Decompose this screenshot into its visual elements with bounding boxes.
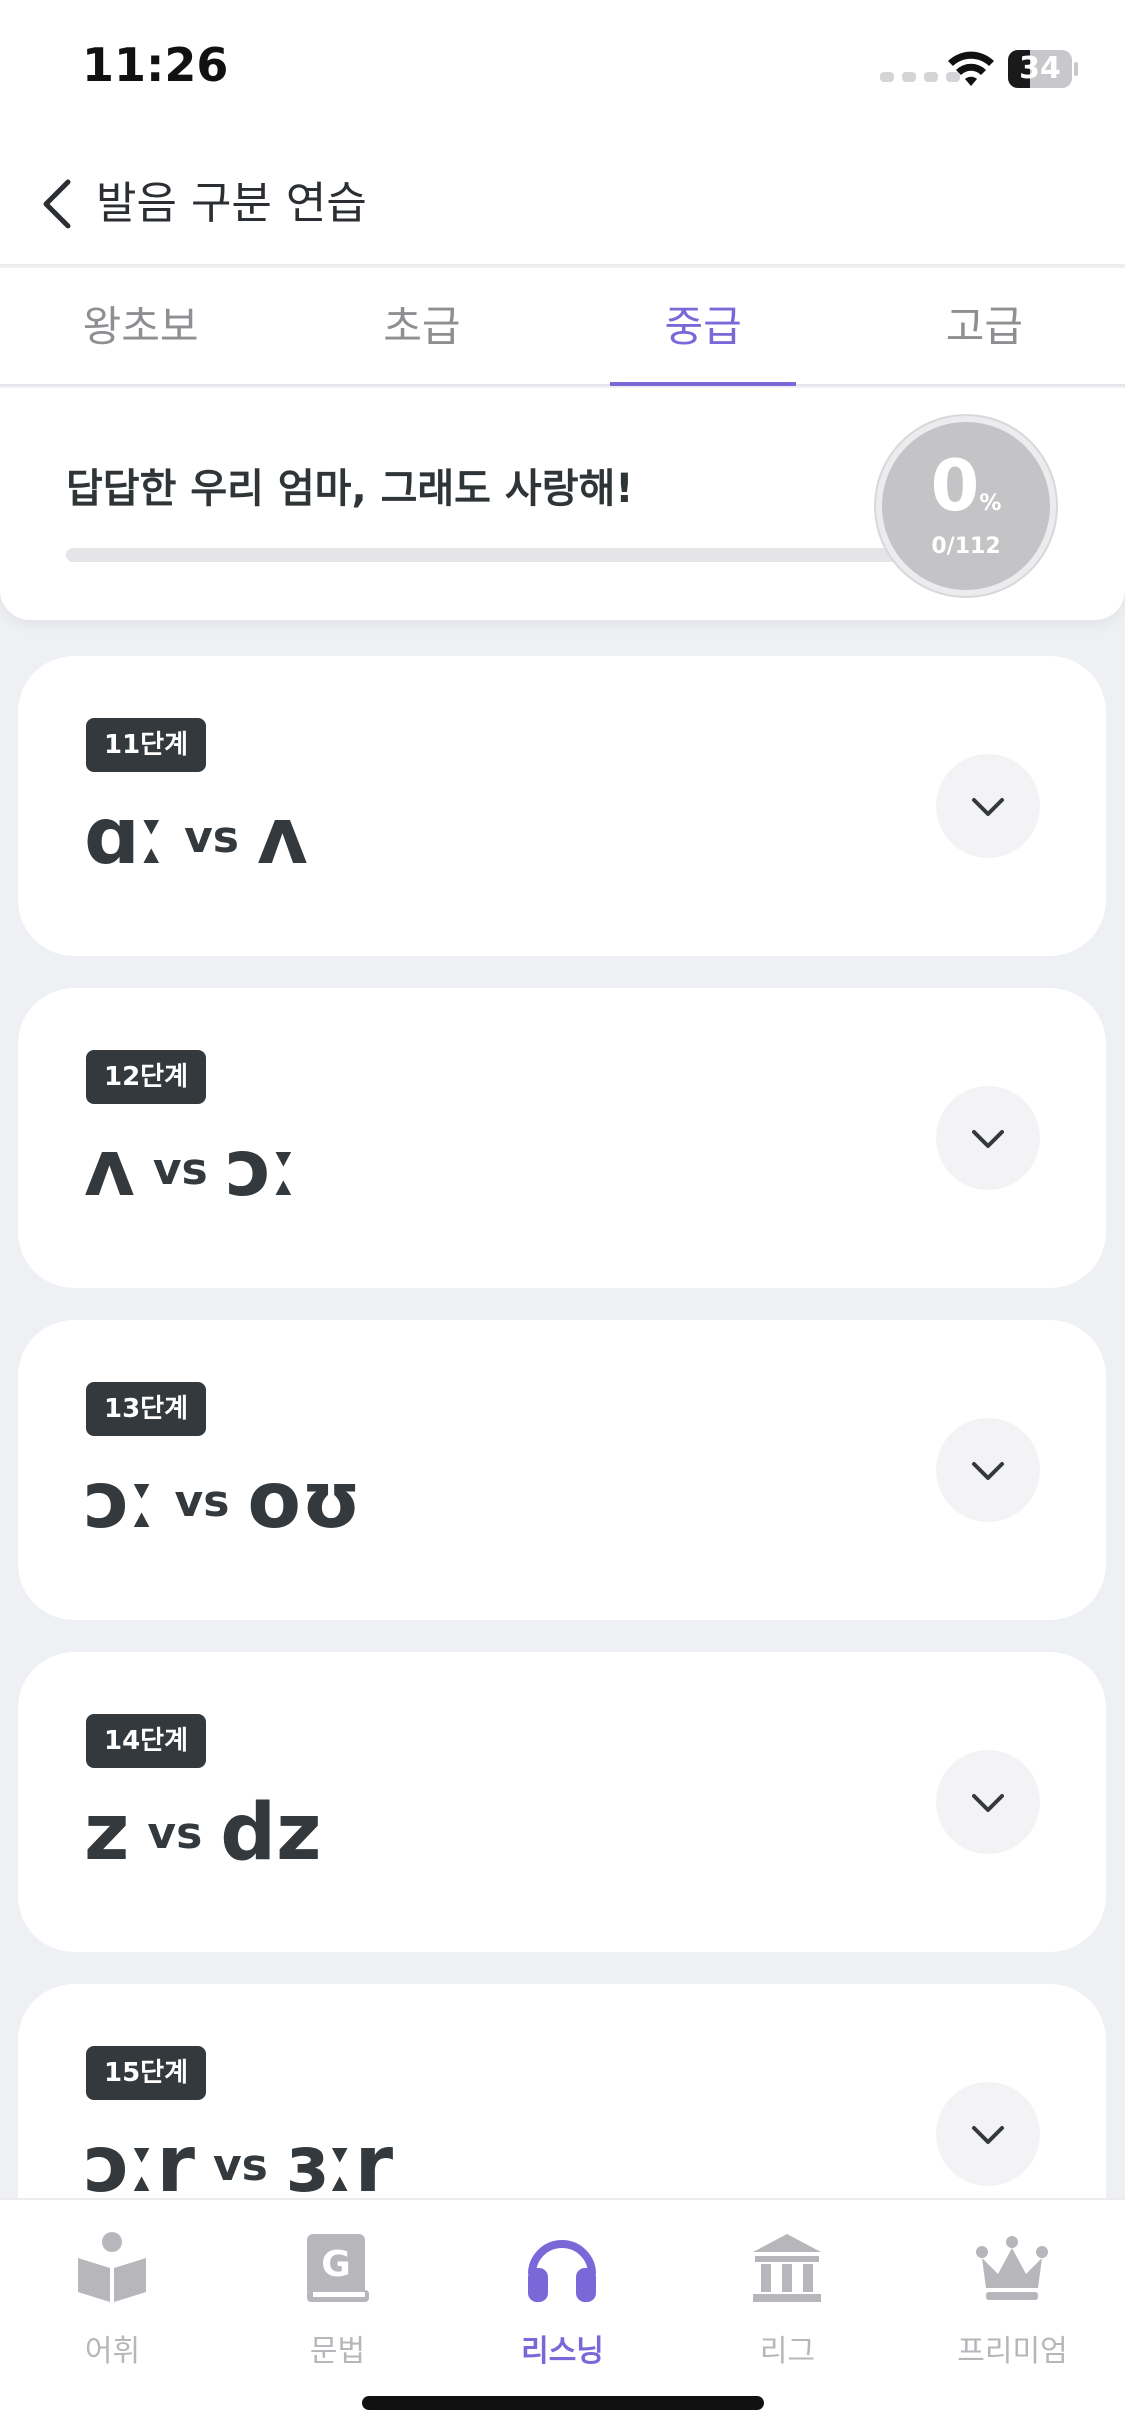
progress-percent: 0: [930, 445, 980, 527]
stage-badge: 14단계: [86, 1714, 207, 1768]
vs-label: vs: [147, 1807, 203, 1859]
building-icon: [753, 2234, 821, 2302]
expand-button[interactable]: [936, 1086, 1040, 1190]
chevron-down-icon: [972, 2126, 1004, 2144]
level-card-14[interactable]: 14단계 z vs dz: [18, 1652, 1106, 1952]
chevron-down-icon: [972, 1130, 1004, 1148]
tab-beginner[interactable]: 초급: [281, 268, 562, 384]
phoneme-left: ʌ: [84, 1124, 135, 1214]
stage-badge: 11단계: [86, 718, 207, 772]
phoneme-left: ɔːr: [84, 2120, 195, 2198]
level-card-13[interactable]: 13단계 ɔː vs oʊ: [18, 1320, 1106, 1620]
phoneme-right: ɔː: [225, 1124, 299, 1214]
phoneme-left: ɔː: [84, 1456, 157, 1546]
phoneme-pair: ɔː vs oʊ: [84, 1446, 361, 1556]
progress-count: 0/112: [931, 534, 1001, 559]
page-title: 발음 구분 연습: [96, 178, 367, 229]
tab-bar-premium[interactable]: 프리미엄: [900, 2224, 1125, 2374]
phoneme-right: ɜːr: [285, 2120, 394, 2198]
tab-intermediate[interactable]: 중급: [563, 268, 844, 386]
grammar-book-icon: G: [307, 2234, 369, 2302]
tab-beginner-basic[interactable]: 왕초보: [0, 268, 281, 384]
tab-bar-vocabulary[interactable]: 어휘: [0, 2224, 225, 2374]
phoneme-left: ɑː: [84, 792, 167, 882]
vs-label: vs: [174, 1475, 230, 1527]
expand-button[interactable]: [936, 1418, 1040, 1522]
tab-advanced[interactable]: 고급: [844, 268, 1125, 384]
phoneme-left: z: [84, 1788, 130, 1878]
expand-button[interactable]: [936, 1750, 1040, 1854]
level-tabs: 왕초보 초급 중급 고급: [0, 268, 1125, 386]
stage-badge: 13단계: [86, 1382, 207, 1436]
expand-button[interactable]: [936, 754, 1040, 858]
level-card-15[interactable]: 15단계 ɔːr vs ɜːr: [18, 1984, 1106, 2198]
phoneme-right: ʌ: [257, 792, 308, 882]
expand-button[interactable]: [936, 2082, 1040, 2186]
level-card-11[interactable]: 11단계 ɑː vs ʌ: [18, 656, 1106, 956]
chevron-down-icon: [972, 1462, 1004, 1480]
progress-title: 답답한 우리 엄마, 그래도 사랑해!: [66, 466, 634, 512]
tab-bar-label: 리그: [759, 2334, 816, 2369]
status-time: 11:26: [82, 38, 229, 92]
level-list: 11단계 ɑː vs ʌ 12단계 ʌ vs ɔː 13단계 ɔː vs oʊ …: [0, 620, 1125, 2198]
phoneme-pair: z vs dz: [84, 1778, 322, 1888]
home-indicator: [362, 2396, 764, 2410]
phoneme-pair: ʌ vs ɔː: [84, 1114, 298, 1224]
book-icon: [78, 2232, 146, 2302]
back-icon[interactable]: [38, 176, 78, 232]
phoneme-pair: ɑː vs ʌ: [84, 782, 308, 892]
progress-percent-sign: %: [979, 491, 1002, 516]
battery-level: 34: [1019, 51, 1061, 86]
svg-text:G: G: [321, 2244, 351, 2285]
phoneme-right: dz: [220, 1788, 322, 1878]
stage-badge: 15단계: [86, 2046, 207, 2100]
tab-bar-label: 프리미엄: [957, 2334, 1068, 2369]
status-bar: 11:26 34: [0, 0, 1125, 140]
chevron-down-icon: [972, 798, 1004, 816]
tab-bar-label: 리스닝: [521, 2334, 604, 2369]
phoneme-pair: ɔːr vs ɜːr: [84, 2110, 393, 2198]
chevron-down-icon: [972, 1794, 1004, 1812]
level-card-12[interactable]: 12단계 ʌ vs ɔː: [18, 988, 1106, 1288]
headphones-icon: [528, 2240, 596, 2302]
progress-bar: [66, 548, 926, 562]
tab-bar-label: 어휘: [84, 2334, 141, 2369]
tab-bar-grammar[interactable]: G 문법: [225, 2224, 450, 2374]
tab-bar-league[interactable]: 리그: [675, 2224, 900, 2374]
vs-label: vs: [212, 2139, 268, 2191]
stage-badge: 12단계: [86, 1050, 207, 1104]
phoneme-right: oʊ: [247, 1456, 362, 1546]
vs-label: vs: [152, 1143, 208, 1195]
tab-bar-listening[interactable]: 리스닝: [450, 2224, 675, 2374]
battery-icon: 34: [1008, 50, 1078, 88]
tab-bar-label: 문법: [309, 2334, 366, 2369]
vs-label: vs: [184, 811, 239, 863]
crown-icon: [976, 2236, 1048, 2300]
wifi-icon: [948, 51, 994, 86]
nav-header: 발음 구분 연습: [0, 140, 1125, 266]
progress-circle: 0% 0/112: [876, 416, 1056, 596]
